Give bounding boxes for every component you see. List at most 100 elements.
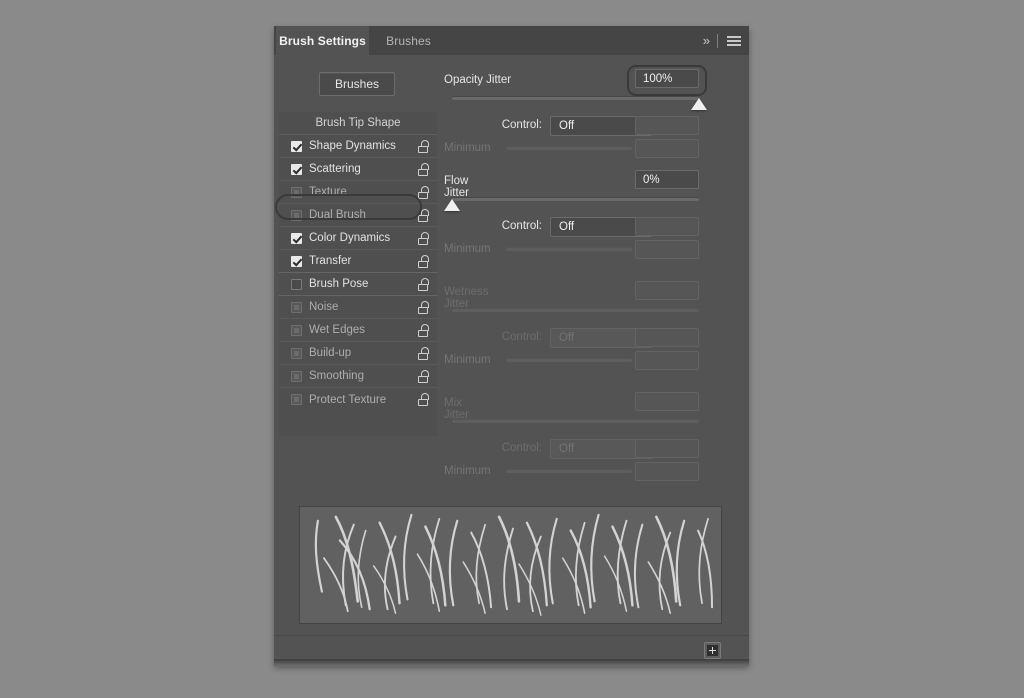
flow-minimum-field [635, 240, 699, 259]
list-item-transfer[interactable]: Transfer [279, 250, 437, 273]
checkbox-smoothing[interactable] [291, 371, 302, 382]
opacity-minimum-slider [506, 146, 632, 150]
list-item-protect-texture[interactable]: Protect Texture [279, 388, 437, 411]
list-item-build-up[interactable]: Build-up [279, 342, 437, 365]
slider-track [452, 308, 699, 312]
list-item-scattering[interactable]: Scattering [279, 158, 437, 181]
wetness-minimum-label: Minimum [444, 354, 491, 366]
brushes-button-label: Brushes [335, 77, 379, 91]
panel-menu-icon[interactable] [727, 36, 741, 46]
unlocked-padlock-icon[interactable] [418, 347, 429, 360]
checkbox-transfer[interactable] [291, 256, 302, 267]
unlocked-padlock-icon[interactable] [418, 232, 429, 245]
slider-track [506, 247, 632, 251]
flow-jitter-value[interactable]: 0% [635, 170, 699, 189]
checkbox-shape-dynamics[interactable] [291, 141, 302, 152]
opacity-minimum-field [635, 139, 699, 158]
list-item-noise[interactable]: Noise [279, 296, 437, 319]
list-item-label: Shape Dynamics [309, 140, 396, 152]
list-item-label: Build-up [309, 347, 351, 359]
new-brush-glyph [707, 645, 718, 656]
checkbox-wet-edges[interactable] [291, 325, 302, 336]
wetness-minimum-field [635, 351, 699, 370]
unlocked-padlock-icon[interactable] [418, 163, 429, 176]
mix-minimum-slider [506, 469, 632, 473]
list-item-label: Scattering [309, 163, 361, 175]
list-item-dual-brush[interactable]: Dual Brush [279, 204, 437, 227]
checkbox-brush-pose[interactable] [291, 279, 302, 290]
unlocked-padlock-icon[interactable] [418, 186, 429, 199]
list-item-label: Texture [309, 186, 347, 198]
checkbox-dual-brush[interactable] [291, 210, 302, 221]
wetness-jitter-value [635, 281, 699, 300]
opacity-control-label: Control: [486, 119, 542, 131]
flow-control-extra-field[interactable] [635, 217, 699, 236]
slider-track [452, 197, 699, 201]
slider-track [506, 469, 632, 473]
list-item-brush-pose[interactable]: Brush Pose [279, 273, 437, 296]
slider-track [452, 96, 699, 100]
list-item-label: Protect Texture [309, 394, 386, 406]
tab-brushes-label: Brushes [386, 34, 431, 48]
brushes-button[interactable]: Brushes [319, 72, 395, 96]
flow-minimum-slider [506, 247, 632, 251]
mix-control-label: Control: [486, 442, 542, 454]
list-item-wet-edges[interactable]: Wet Edges [279, 319, 437, 342]
screenshot-root: Brush Settings Brushes » Brushes Brush T… [0, 0, 1024, 698]
unlocked-padlock-icon[interactable] [418, 393, 429, 406]
collapse-chevrons-icon[interactable]: » [703, 33, 708, 48]
checkbox-build-up[interactable] [291, 348, 302, 359]
brush-tip-shape-header[interactable]: Brush Tip Shape [279, 112, 437, 135]
list-item-texture[interactable]: Texture [279, 181, 437, 204]
slider-thumb[interactable] [691, 98, 707, 110]
tab-brush-settings[interactable]: Brush Settings [276, 26, 369, 55]
list-item-color-dynamics[interactable]: Color Dynamics [279, 227, 437, 250]
opacity-control-extra-field[interactable] [635, 116, 699, 135]
unlocked-padlock-icon[interactable] [418, 370, 429, 383]
unlocked-padlock-icon[interactable] [418, 255, 429, 268]
opacity-minimum-label: Minimum [444, 142, 491, 154]
list-item-shape-dynamics[interactable]: Shape Dynamics [279, 135, 437, 158]
flow-jitter-slider[interactable] [452, 197, 699, 201]
flow-control-label: Control: [486, 220, 542, 232]
icon-divider [717, 34, 718, 48]
unlocked-padlock-icon[interactable] [418, 278, 429, 291]
flow-minimum-label: Minimum [444, 243, 491, 255]
list-item-label: Color Dynamics [309, 232, 390, 244]
flow-jitter-label: Flow Jitter [444, 175, 469, 199]
panel-bottom-shadow [274, 659, 749, 666]
checkbox-protect-texture[interactable] [291, 394, 302, 405]
mix-control-extra-field [635, 439, 699, 458]
unlocked-padlock-icon[interactable] [418, 209, 429, 222]
mix-minimum-field [635, 462, 699, 481]
unlocked-padlock-icon[interactable] [418, 140, 429, 153]
opacity-jitter-value[interactable]: 100% [635, 69, 699, 88]
wetness-control-label: Control: [486, 331, 542, 343]
unlocked-padlock-icon[interactable] [418, 301, 429, 314]
wetness-control-extra-field [635, 328, 699, 347]
list-item-label: Dual Brush [309, 209, 366, 221]
brush-stroke-preview [299, 506, 722, 624]
opacity-jitter-label: Opacity Jitter [444, 74, 511, 86]
checkbox-texture[interactable] [291, 187, 302, 198]
opacity-jitter-slider[interactable] [452, 96, 699, 100]
new-brush-icon[interactable] [704, 642, 721, 659]
flow-control-value: Off [559, 221, 574, 233]
mix-jitter-slider [452, 419, 699, 423]
list-item-label: Wet Edges [309, 324, 365, 336]
list-item-label: Brush Pose [309, 278, 368, 290]
list-item-smoothing[interactable]: Smoothing [279, 365, 437, 388]
wetness-jitter-slider [452, 308, 699, 312]
list-item-label: Noise [309, 301, 338, 313]
opacity-control-value: Off [559, 120, 574, 132]
slider-track [506, 358, 632, 362]
wetness-jitter-label: Wetness Jitter [444, 286, 489, 310]
checkbox-noise[interactable] [291, 302, 302, 313]
checkbox-scattering[interactable] [291, 164, 302, 175]
checkbox-color-dynamics[interactable] [291, 233, 302, 244]
mix-minimum-label: Minimum [444, 465, 491, 477]
slider-thumb[interactable] [444, 199, 460, 211]
tab-brushes[interactable]: Brushes [370, 26, 447, 55]
wetness-minimum-slider [506, 358, 632, 362]
unlocked-padlock-icon[interactable] [418, 324, 429, 337]
